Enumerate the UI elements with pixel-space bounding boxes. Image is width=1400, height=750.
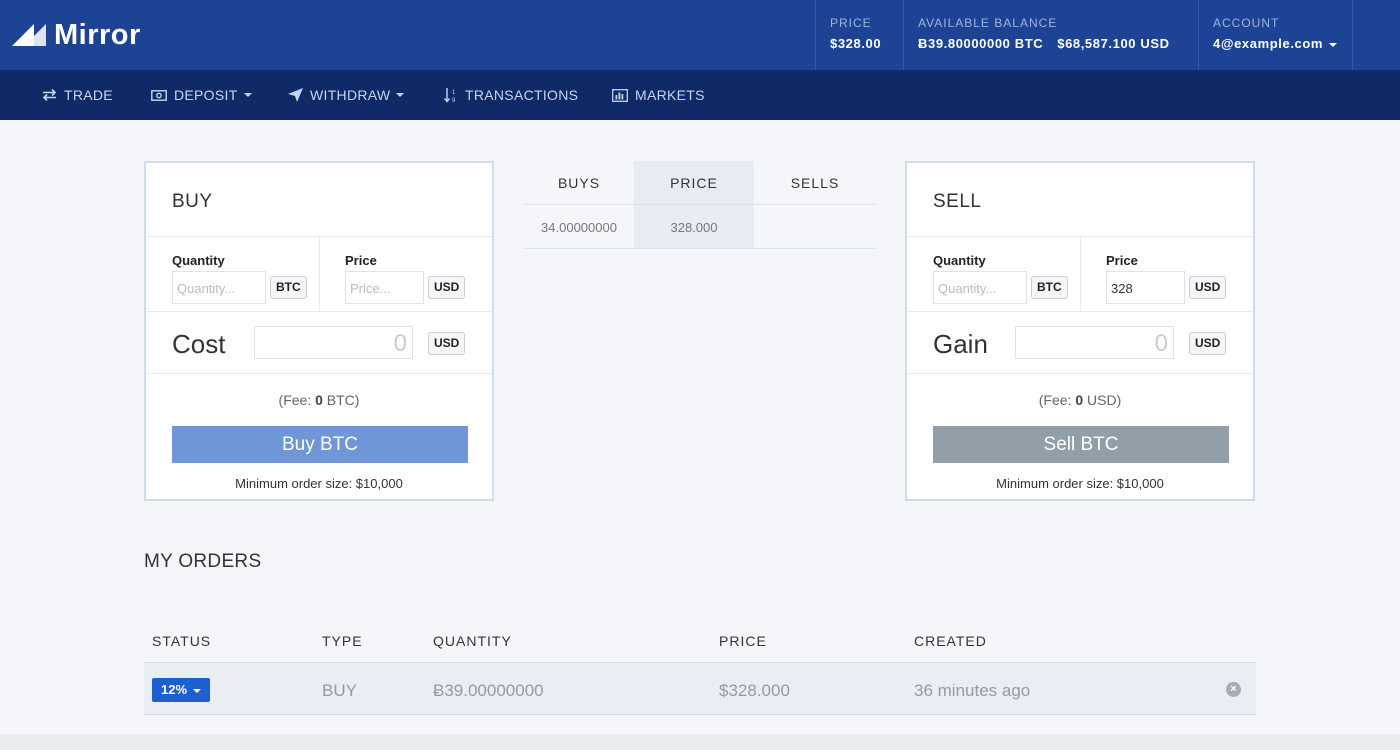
status-dropdown[interactable]: 12% xyxy=(152,678,211,702)
chevron-down-icon xyxy=(1329,42,1338,47)
logo-text: Mirror xyxy=(54,18,141,51)
sell-quantity-input[interactable]: Quantity... xyxy=(933,271,1027,304)
price-stat-label: PRICE xyxy=(830,16,872,30)
price-stat: PRICE $328.00 xyxy=(815,0,903,70)
divider xyxy=(524,248,876,249)
sell-btc-button[interactable]: Sell BTC xyxy=(933,426,1229,463)
paper-plane-icon xyxy=(288,88,303,102)
chevron-down-icon xyxy=(193,688,202,693)
chevron-down-icon xyxy=(243,93,252,97)
balance-btc: Ƀ39.80000000 BTC xyxy=(918,36,1044,51)
order-book-buys-column: BUYS 34.00000000 xyxy=(524,161,634,249)
buy-quantity-unit: BTC xyxy=(270,276,307,299)
divider xyxy=(524,204,876,205)
nav-deposit-label: DEPOSIT xyxy=(174,87,238,103)
buy-btc-button[interactable]: Buy BTC xyxy=(172,426,468,463)
my-orders-title: MY ORDERS xyxy=(144,551,262,572)
buy-panel: BUY Quantity Quantity... BTC Price Price… xyxy=(144,161,494,501)
footer-strip xyxy=(0,734,1400,750)
sort-numeric-icon: 19 xyxy=(444,88,456,103)
order-book: BUYS 34.00000000 PRICE 328.000 SELLS xyxy=(524,161,876,249)
buy-fee-value: 0 xyxy=(315,392,323,408)
divider xyxy=(907,373,1253,374)
account-menu[interactable]: ACCOUNT 4@example.com xyxy=(1198,0,1353,70)
orders-header-quantity: QUANTITY xyxy=(433,633,512,649)
buy-fee: (Fee: 0 BTC) xyxy=(278,392,360,408)
close-icon[interactable]: × xyxy=(1226,682,1241,697)
order-book-header-sells: SELLS xyxy=(790,175,840,191)
sell-fee-value: 0 xyxy=(1075,392,1084,408)
nav-markets-label: MARKETS xyxy=(635,87,705,103)
sell-panel-title: SELL xyxy=(933,191,982,212)
order-book-price-column: PRICE 328.000 xyxy=(634,161,754,249)
sell-quantity-label: Quantity xyxy=(933,253,986,268)
buy-price-unit: USD xyxy=(428,276,466,299)
sell-price-unit: USD xyxy=(1189,276,1227,299)
price-stat-value: $328.00 xyxy=(830,36,882,51)
chevron-down-icon xyxy=(396,93,405,97)
svg-text:1: 1 xyxy=(452,90,456,96)
order-created: 36 minutes ago xyxy=(914,681,1031,700)
nav-trade-label: TRADE xyxy=(64,87,113,103)
orders-header-status: STATUS xyxy=(152,633,212,649)
buy-panel-title: BUY xyxy=(172,191,213,212)
nav-markets[interactable]: MARKETS xyxy=(612,70,705,120)
nav-deposit[interactable]: DEPOSIT xyxy=(151,70,252,120)
sell-price-label: Price xyxy=(1106,253,1138,268)
buy-cost-label: Cost xyxy=(172,329,226,359)
nav-bar: TRADE DEPOSIT WITHDRAW 19 TRANSACTIONS M… xyxy=(0,70,1400,120)
balance-stat: AVAILABLE BALANCE Ƀ39.80000000 BTC $68,58… xyxy=(903,0,1198,70)
nav-withdraw[interactable]: WITHDRAW xyxy=(288,70,405,120)
orders-header-created: CREATED xyxy=(914,633,987,649)
order-type: BUY xyxy=(322,681,357,700)
sell-gain-field: 0 xyxy=(1015,326,1174,359)
buy-cost-unit: USD xyxy=(428,332,466,355)
buy-price-label: Price xyxy=(345,253,377,268)
nav-trade[interactable]: TRADE xyxy=(42,70,113,120)
orders-header-price: PRICE xyxy=(719,633,767,649)
buy-quantity-label: Quantity xyxy=(172,253,225,268)
order-book-cell: 34.00000000 xyxy=(541,220,617,235)
svg-text:9: 9 xyxy=(452,98,456,103)
order-price: $328.000 xyxy=(719,681,790,700)
divider xyxy=(907,311,1253,312)
account-label: ACCOUNT xyxy=(1213,16,1280,30)
nav-transactions[interactable]: 19 TRANSACTIONS xyxy=(444,70,578,120)
divider xyxy=(146,373,492,374)
buy-cost-field: 0 xyxy=(254,326,413,359)
sell-fee: (Fee: 0 USD) xyxy=(1038,392,1122,408)
order-book-sells-column: SELLS xyxy=(754,161,876,249)
order-quantity: Ƀ39.00000000 xyxy=(433,681,544,700)
sell-gain-unit: USD xyxy=(1189,332,1227,355)
sell-quantity-unit: BTC xyxy=(1031,276,1068,299)
order-book-header-price: PRICE xyxy=(670,175,718,191)
status-badge: 12% xyxy=(161,682,188,697)
buy-min-order: Minimum order size: $10,000 xyxy=(235,476,403,491)
logo[interactable]: Mirror xyxy=(12,18,141,52)
bar-chart-icon xyxy=(612,88,628,102)
money-icon xyxy=(151,89,167,101)
divider xyxy=(319,237,320,312)
sell-min-order: Minimum order size: $10,000 xyxy=(996,476,1164,491)
balance-usd: $68,587.100 USD xyxy=(1057,36,1170,51)
order-book-cell: 328.000 xyxy=(670,220,718,235)
divider xyxy=(1080,237,1081,312)
balance-stat-label: AVAILABLE BALANCE xyxy=(918,16,1058,30)
sell-gain-label: Gain xyxy=(933,329,988,359)
nav-transactions-label: TRANSACTIONS xyxy=(465,87,579,103)
buy-quantity-input[interactable]: Quantity... xyxy=(172,271,266,304)
nav-withdraw-label: WITHDRAW xyxy=(310,87,391,103)
buy-price-input[interactable]: Price... xyxy=(345,271,424,304)
table-row: 12% BUY Ƀ39.00000000 $328.000 36 minutes… xyxy=(144,663,1256,715)
divider xyxy=(146,311,492,312)
mirror-logo-icon xyxy=(12,24,46,46)
sell-panel: SELL Quantity Quantity... BTC Price 328 … xyxy=(905,161,1255,501)
account-email: 4@example.com xyxy=(1213,36,1324,51)
sell-price-input[interactable]: 328 xyxy=(1106,271,1185,304)
top-bar: Mirror PRICE $328.00 AVAILABLE BALANCE Ƀ… xyxy=(0,0,1400,70)
orders-header-type: TYPE xyxy=(322,633,363,649)
swap-arrows-icon xyxy=(42,89,57,101)
order-book-header-buys: BUYS xyxy=(557,175,601,191)
